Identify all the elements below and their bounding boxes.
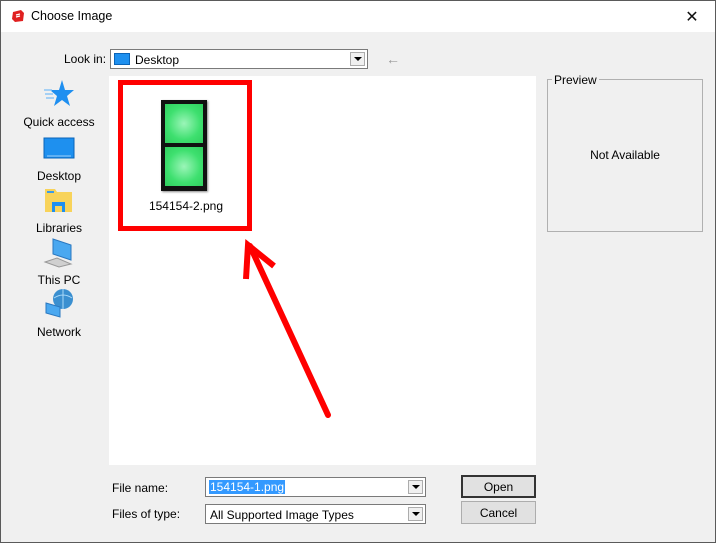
- annotation-arrow-shaft: [247, 243, 331, 418]
- chevron-down-icon[interactable]: [408, 480, 423, 494]
- file-name-label: File name:: [112, 481, 169, 495]
- file-name-input[interactable]: 154154-1.png: [205, 477, 426, 497]
- file-name-value[interactable]: 154154-1.png: [209, 480, 286, 494]
- file-type-value: All Supported Image Types: [210, 508, 354, 522]
- cancel-button[interactable]: Cancel: [461, 501, 536, 524]
- open-button[interactable]: Open: [461, 475, 536, 498]
- file-type-label: Files of type:: [112, 507, 181, 521]
- chevron-down-icon[interactable]: [408, 507, 423, 521]
- file-type-dropdown[interactable]: All Supported Image Types: [205, 504, 426, 524]
- preview-text: Not Available: [590, 148, 660, 162]
- preview-legend: Preview: [552, 73, 599, 87]
